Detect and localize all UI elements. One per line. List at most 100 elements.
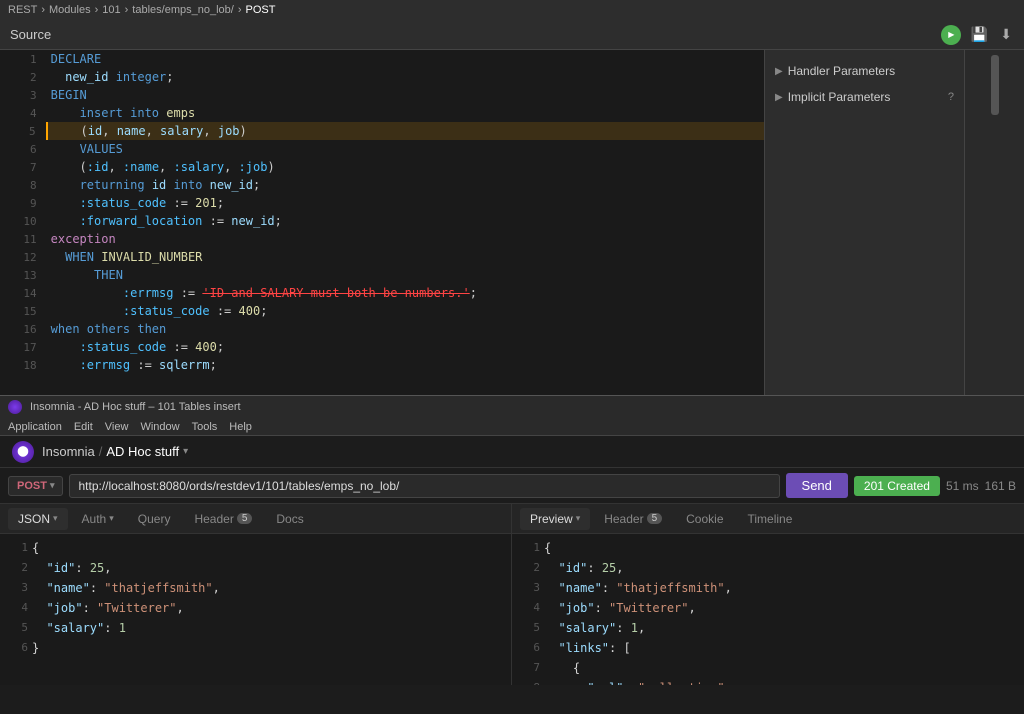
insomnia-app-title: Insomnia - AD Hoc stuff – 101 Tables ins… [30, 401, 241, 413]
menu-application[interactable]: Application [8, 421, 62, 433]
tab-auth[interactable]: Auth ▾ [72, 508, 124, 530]
handler-params-arrow: ▶ [775, 66, 783, 77]
req-line-2: 2 "id": 25, [0, 558, 511, 578]
nav-path: Insomnia / AD Hoc stuff ▾ [42, 444, 188, 459]
menu-tools[interactable]: Tools [192, 421, 218, 433]
tab-timeline-label: Timeline [748, 512, 793, 526]
help-icon[interactable]: ? [948, 91, 954, 103]
resp-line-5: 5 "salary": 1, [512, 618, 1024, 638]
resp-line-3: 3 "name": "thatjeffsmith", [512, 578, 1024, 598]
tab-header-label: Header [194, 512, 233, 526]
status-badge: 201 Created [854, 476, 940, 496]
handler-parameters[interactable]: ▶ Handler Parameters [765, 58, 964, 84]
source-title: Source [10, 27, 51, 42]
code-line-15: 15 :status_code := 400; [0, 302, 764, 320]
save-button[interactable]: 💾 [969, 24, 990, 45]
method-selector[interactable]: POST ▾ [8, 476, 63, 496]
left-panel: JSON ▾ Auth ▾ Query Header 5 Docs [0, 504, 512, 685]
implicit-parameters[interactable]: ▶ Implicit Parameters ? [765, 84, 964, 110]
tab-docs-label: Docs [276, 512, 303, 526]
resp-line-2: 2 "id": 25, [512, 558, 1024, 578]
code-line-12: 12 WHEN INVALID_NUMBER [0, 248, 764, 266]
insomnia-title-icon [8, 400, 22, 414]
tab-header-badge: 5 [237, 513, 253, 524]
send-button[interactable]: Send [786, 473, 848, 498]
menu-view[interactable]: View [105, 421, 129, 433]
insomnia-titlebar: Insomnia - AD Hoc stuff – 101 Tables ins… [0, 396, 1024, 418]
breadcrumb-101[interactable]: 101 [102, 4, 120, 16]
panels-row: JSON ▾ Auth ▾ Query Header 5 Docs [0, 504, 1024, 685]
right-panel-tabs: Preview ▾ Header 5 Cookie Timeline [512, 504, 1024, 534]
download-button[interactable]: ⬇ [998, 24, 1014, 45]
method-caret-icon: ▾ [50, 480, 55, 491]
url-input[interactable] [69, 474, 779, 498]
code-line-5: 5 (id, name, salary, job) [0, 122, 764, 140]
tab-preview-caret-icon: ▾ [576, 513, 581, 524]
nav-insomnia[interactable]: Insomnia [42, 444, 95, 459]
top-section: REST › Modules › 101 › tables/emps_no_lo… [0, 0, 1024, 395]
insomnia-section: Insomnia - AD Hoc stuff – 101 Tables ins… [0, 395, 1024, 714]
code-line-6: 6 VALUES [0, 140, 764, 158]
side-panel: ▶ Handler Parameters ▶ Implicit Paramete… [764, 50, 964, 395]
menu-window[interactable]: Window [140, 421, 179, 433]
nav-collection[interactable]: AD Hoc stuff [106, 444, 179, 459]
tab-resp-header[interactable]: Header 5 [594, 508, 672, 530]
run-button[interactable] [941, 25, 961, 45]
editor-area: 1 DECLARE 2 new_id integer; 3 BEGIN 4 in… [0, 50, 1024, 395]
code-line-1: 1 DECLARE [0, 50, 764, 68]
tab-resp-header-label: Header [604, 512, 643, 526]
right-panel: Preview ▾ Header 5 Cookie Timeline 1 { [512, 504, 1024, 685]
tab-query[interactable]: Query [128, 508, 181, 530]
resp-line-7: 7 { [512, 658, 1024, 678]
breadcrumb-modules[interactable]: Modules [49, 4, 91, 16]
source-controls: 💾 ⬇ [941, 24, 1014, 45]
tab-timeline[interactable]: Timeline [738, 508, 803, 530]
response-time: 51 ms [946, 479, 979, 493]
code-editor[interactable]: 1 DECLARE 2 new_id integer; 3 BEGIN 4 in… [0, 50, 764, 395]
implicit-params-arrow: ▶ [775, 92, 783, 103]
left-panel-tabs: JSON ▾ Auth ▾ Query Header 5 Docs [0, 504, 511, 534]
code-line-8: 8 returning id into new_id; [0, 176, 764, 194]
breadcrumb-rest[interactable]: REST [8, 4, 37, 16]
breadcrumb-tables[interactable]: tables/emps_no_lob/ [132, 4, 234, 16]
tab-json-label: JSON [18, 512, 50, 526]
tab-preview[interactable]: Preview ▾ [520, 508, 590, 530]
resp-line-4: 4 "job": "Twitterer", [512, 598, 1024, 618]
tab-resp-header-badge: 5 [647, 513, 663, 524]
implicit-params-label: Implicit Parameters [788, 90, 891, 104]
req-line-5: 5 "salary": 1 [0, 618, 511, 638]
code-line-3: 3 BEGIN [0, 86, 764, 104]
code-line-7: 7 (:id, :name, :salary, :job) [0, 158, 764, 176]
tab-auth-label: Auth [82, 512, 107, 526]
code-line-17: 17 :status_code := 400; [0, 338, 764, 356]
handler-params-label: Handler Parameters [788, 64, 895, 78]
req-line-6: 6 } [0, 638, 511, 658]
code-line-2: 2 new_id integer; [0, 68, 764, 86]
response-body-panel[interactable]: 1 { 2 "id": 25, 3 "name": "thatjeffsmith… [512, 534, 1024, 685]
method-label: POST [17, 480, 47, 492]
tab-cookie[interactable]: Cookie [676, 508, 733, 530]
req-line-3: 3 "name": "thatjeffsmith", [0, 578, 511, 598]
code-line-18: 18 :errmsg := sqlerrm; [0, 356, 764, 374]
breadcrumb-post[interactable]: POST [245, 4, 275, 16]
tab-json[interactable]: JSON ▾ [8, 508, 68, 530]
insomnia-menubar: Application Edit View Window Tools Help [0, 418, 1024, 436]
req-line-1: 1 { [0, 538, 511, 558]
request-body-panel[interactable]: 1 { 2 "id": 25, 3 "name": "thatjeffsmith… [0, 534, 511, 685]
insomnia-nav: ⬤ Insomnia / AD Hoc stuff ▾ [0, 436, 1024, 468]
tab-query-label: Query [138, 512, 171, 526]
code-line-9: 9 :status_code := 201; [0, 194, 764, 212]
code-line-13: 13 THEN [0, 266, 764, 284]
response-size: 161 B [985, 479, 1016, 493]
menu-edit[interactable]: Edit [74, 421, 93, 433]
source-header: Source 💾 ⬇ [0, 20, 1024, 50]
tab-docs[interactable]: Docs [266, 508, 313, 530]
menu-help[interactable]: Help [229, 421, 252, 433]
code-line-10: 10 :forward_location := new_id; [0, 212, 764, 230]
resp-line-1: 1 { [512, 538, 1024, 558]
code-line-14: 14 :errmsg := 'ID and SALARY must both b… [0, 284, 764, 302]
request-bar: POST ▾ Send 201 Created 51 ms 161 B [0, 468, 1024, 504]
code-line-11: 11 exception [0, 230, 764, 248]
tab-header[interactable]: Header 5 [184, 508, 262, 530]
insomnia-logo: ⬤ [12, 441, 34, 463]
